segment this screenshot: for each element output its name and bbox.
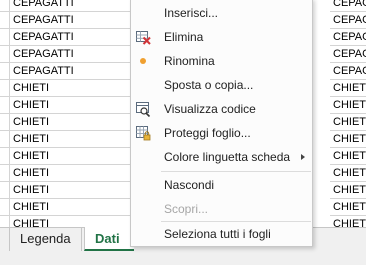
menu-item-label: Sposta o copia... (164, 78, 254, 92)
menu-item-label: Elimina (164, 30, 204, 44)
cell[interactable]: CHIET (330, 97, 366, 114)
cell[interactable]: CHIETI (10, 216, 133, 227)
cell[interactable]: CEPAGATTI (10, 12, 133, 29)
cell[interactable]: CEPAG (330, 46, 366, 63)
menu-item-move-copy[interactable]: Sposta o copia... (131, 73, 312, 97)
cell[interactable]: CEPAGATTI (10, 0, 133, 12)
cell[interactable]: CEPAG (330, 63, 366, 80)
cell[interactable]: CEPAG (330, 12, 366, 29)
cell[interactable] (0, 46, 10, 63)
cell[interactable]: CEPAG (330, 0, 366, 12)
menu-item-unhide: Scopri... (131, 197, 312, 221)
menu-item-insert[interactable]: Inserisci... (131, 1, 312, 25)
cell[interactable]: CHIET (330, 165, 366, 182)
menu-item-label: Colore linguetta scheda (164, 150, 291, 164)
protect-sheet-icon (133, 123, 153, 143)
cell[interactable]: CHIETI (10, 114, 133, 131)
menu-item-select-all-sheets[interactable]: Seleziona tutti i fogli (131, 222, 312, 246)
sheet-context-menu: Inserisci... Elimina Rinomina Sposta o c… (130, 0, 313, 247)
menu-item-label: Visualizza codice (164, 102, 256, 116)
sheet-tab-dati[interactable]: Dati (84, 227, 134, 251)
sheet-tab-legenda[interactable]: Legenda (9, 227, 82, 251)
menu-item-label: Scopri... (164, 202, 209, 216)
cell[interactable]: CHIETI (10, 80, 133, 97)
cell[interactable]: CHIETI (10, 182, 133, 199)
cell[interactable]: CEPAG (330, 29, 366, 46)
cell[interactable]: CHIETI (10, 199, 133, 216)
cell[interactable]: CHIET (330, 80, 366, 97)
cell[interactable] (0, 199, 10, 216)
cell[interactable]: CEPAGATTI (10, 46, 133, 63)
menu-item-view-code[interactable]: Visualizza codice (131, 97, 312, 121)
cell[interactable] (0, 12, 10, 29)
cell[interactable]: CHIET (330, 131, 366, 148)
menu-separator (161, 171, 311, 172)
menu-item-delete[interactable]: Elimina (131, 25, 312, 49)
cell[interactable] (0, 29, 10, 46)
cell[interactable]: CHIET (330, 148, 366, 165)
cell[interactable]: CHIET (330, 199, 366, 216)
cell[interactable]: CEPAGATTI (10, 29, 133, 46)
menu-item-label: Rinomina (164, 54, 215, 68)
submenu-arrow-icon (301, 154, 305, 160)
cell[interactable] (0, 63, 10, 80)
menu-item-protect-sheet[interactable]: Proteggi foglio... (131, 121, 312, 145)
menu-item-tab-color[interactable]: Colore linguetta scheda (131, 145, 312, 169)
cell[interactable] (0, 0, 10, 12)
cell[interactable] (0, 97, 10, 114)
menu-item-hide[interactable]: Nascondi (131, 173, 312, 197)
cell[interactable]: CHIETI (10, 165, 133, 182)
cell[interactable]: CHIETI (10, 131, 133, 148)
cell[interactable]: CHIETI (10, 148, 133, 165)
cell[interactable] (0, 131, 10, 148)
menu-item-label: Nascondi (164, 178, 215, 192)
menu-item-label: Inserisci... (164, 6, 219, 20)
cell[interactable] (0, 165, 10, 182)
menu-item-label: Seleziona tutti i fogli (164, 227, 271, 241)
menu-item-label: Proteggi foglio... (164, 126, 251, 140)
cell[interactable] (0, 80, 10, 97)
cell[interactable] (0, 148, 10, 165)
cell[interactable] (0, 182, 10, 199)
cell[interactable]: CHIET (330, 216, 366, 227)
cell[interactable] (0, 114, 10, 131)
delete-sheet-icon (133, 27, 153, 47)
cell[interactable]: CHIET (330, 182, 366, 199)
cell[interactable]: CHIETI (10, 97, 133, 114)
bullet-icon (133, 51, 153, 71)
menu-item-rename[interactable]: Rinomina (131, 49, 312, 73)
cell[interactable]: CHIET (330, 114, 366, 131)
cell[interactable] (0, 216, 10, 227)
view-code-icon (133, 99, 153, 119)
cell[interactable]: CEPAGATTI (10, 63, 133, 80)
